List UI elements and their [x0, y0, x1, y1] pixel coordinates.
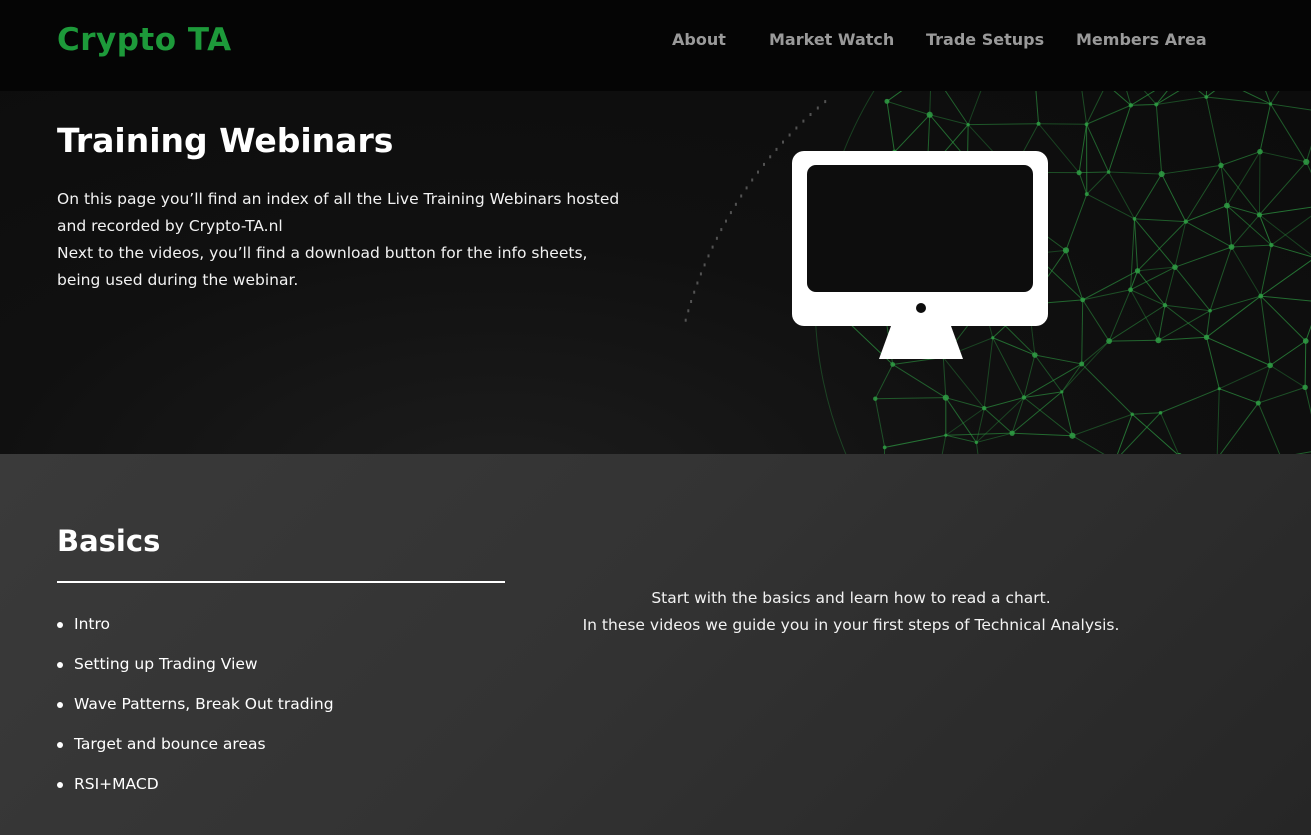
hero-paragraph-2: Next to the videos, you’ll find a downlo…: [57, 244, 588, 289]
lesson-list: Intro Setting up Trading View Wave Patte…: [57, 612, 334, 812]
page-title: Training Webinars: [57, 121, 394, 160]
section-title-basics: Basics: [57, 524, 161, 558]
nav-market-watch[interactable]: Market Watch: [769, 30, 894, 49]
list-item: Wave Patterns, Break Out trading: [57, 692, 334, 732]
basics-description-line-2: In these videos we guide you in your fir…: [582, 616, 1120, 634]
bullet-icon: [57, 662, 63, 668]
lesson-link-intro[interactable]: Intro: [74, 615, 110, 633]
basics-section: Basics Intro Setting up Trading View Wav…: [0, 454, 1311, 835]
nav-members-area[interactable]: Members Area: [1076, 30, 1207, 49]
hero-section: Training Webinars On this page you’ll fi…: [0, 91, 1311, 454]
hero-paragraph-1: On this page you’ll find an index of all…: [57, 190, 620, 235]
main-nav: About Market Watch Trade Setups Members …: [0, 30, 1311, 52]
section-divider: [57, 581, 505, 583]
bullet-icon: [57, 782, 63, 788]
bullet-icon: [57, 702, 63, 708]
bullet-icon: [57, 742, 63, 748]
top-navigation-bar: Crypto TA About Market Watch Trade Setup…: [0, 0, 1311, 91]
list-item: Target and bounce areas: [57, 732, 334, 772]
monitor-icon: [792, 151, 1048, 359]
lesson-link-trading-view[interactable]: Setting up Trading View: [74, 655, 258, 673]
basics-description: Start with the basics and learn how to r…: [540, 585, 1162, 639]
hero-intro: On this page you’ll find an index of all…: [57, 186, 627, 294]
lesson-link-wave-patterns[interactable]: Wave Patterns, Break Out trading: [74, 695, 334, 713]
list-item: RSI+MACD: [57, 772, 334, 812]
page: Training Webinars On this page you’ll fi…: [0, 0, 1311, 835]
nav-about[interactable]: About: [672, 30, 726, 49]
lesson-link-rsi-macd[interactable]: RSI+MACD: [74, 775, 159, 793]
basics-description-line-1: Start with the basics and learn how to r…: [651, 589, 1051, 607]
nav-trade-setups[interactable]: Trade Setups: [926, 30, 1044, 49]
bullet-icon: [57, 622, 63, 628]
list-item: Intro: [57, 612, 334, 652]
lesson-link-target-bounce[interactable]: Target and bounce areas: [74, 735, 266, 753]
list-item: Setting up Trading View: [57, 652, 334, 692]
